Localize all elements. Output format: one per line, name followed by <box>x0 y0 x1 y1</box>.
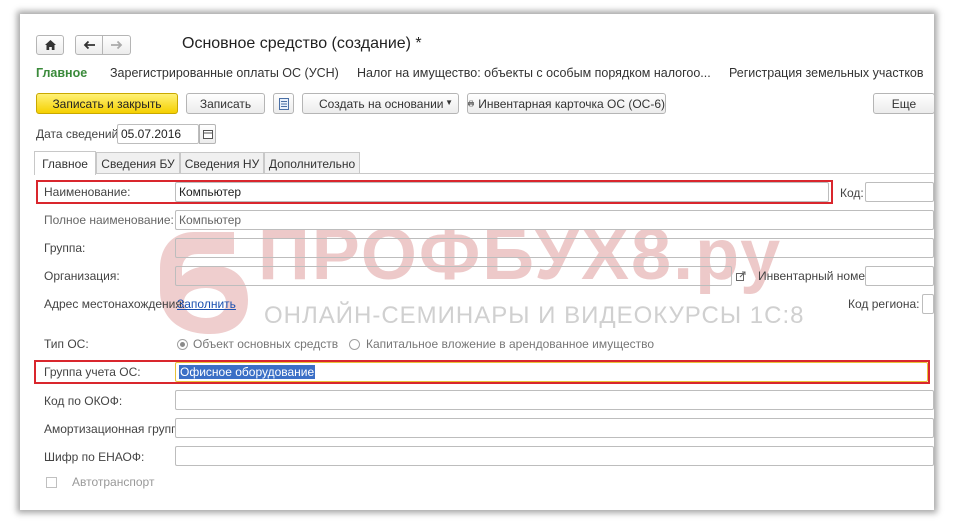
os-type-fixed-asset-radio[interactable] <box>177 339 188 350</box>
address-label: Адрес местонахождения: <box>44 297 186 311</box>
home-button[interactable] <box>36 35 64 55</box>
group-field[interactable] <box>175 238 934 258</box>
inventory-card-button[interactable]: Инвентарная карточка ОС (ОС-6) <box>467 93 666 114</box>
form-window: Основное средство (создание) * Главное З… <box>20 14 934 510</box>
account-group-field[interactable]: Офисное оборудование <box>175 362 928 382</box>
home-icon <box>44 40 56 50</box>
info-date-label: Дата сведений: <box>36 127 122 141</box>
name-field[interactable]: Компьютер <box>175 182 829 202</box>
chevron-down-icon: ▼ <box>445 98 453 107</box>
group-label: Группа: <box>44 241 86 255</box>
tab-tax-info[interactable]: Сведения НУ <box>180 152 264 174</box>
enaof-label: Шифр по ЕНАОФ: <box>44 450 145 464</box>
save-button[interactable]: Записать <box>186 93 265 114</box>
arrow-left-icon <box>83 40 95 50</box>
os-type-label: Тип ОС: <box>44 337 89 351</box>
os-type-fixed-asset-label: Объект основных средств <box>193 337 339 351</box>
more-button[interactable]: Еще <box>873 93 934 114</box>
os-type-capital-investment-label: Капитальное вложение в арендованное имущ… <box>366 337 655 351</box>
tab-accounting-info[interactable]: Сведения БУ <box>96 152 180 174</box>
organization-label: Организация: <box>44 269 120 283</box>
code-field[interactable] <box>865 182 934 202</box>
back-button[interactable] <box>75 35 103 55</box>
nav-link-usn-payments[interactable]: Зарегистрированные оплаты ОС (УСН) <box>110 66 339 80</box>
nav-link-main[interactable]: Главное <box>36 66 87 80</box>
document-list-button[interactable] <box>273 93 294 114</box>
arrow-right-icon <box>111 40 123 50</box>
tab-divider <box>34 173 934 174</box>
calendar-button[interactable] <box>199 124 216 144</box>
name-label: Наименование: <box>44 185 131 199</box>
full-name-field[interactable]: Компьютер <box>175 210 934 230</box>
tab-main[interactable]: Главное <box>34 151 96 175</box>
nav-link-land-registration[interactable]: Регистрация земельных участков <box>729 66 924 80</box>
autotransport-label: Автотранспорт <box>72 475 155 489</box>
watermark-subtitle: ОНЛАЙН-СЕМИНАРЫ И ВИДЕОКУРСЫ 1С:8 <box>264 302 805 329</box>
list-icon <box>278 97 289 110</box>
inventory-number-label: Инвентарный номер: <box>758 269 876 283</box>
info-date-field[interactable]: 05.07.2016 <box>117 124 199 144</box>
autotransport-checkbox[interactable] <box>46 477 57 488</box>
window-title: Основное средство (создание) * <box>182 35 422 52</box>
inventory-number-field[interactable] <box>865 266 934 286</box>
address-fill-link[interactable]: Заполнить <box>177 297 236 311</box>
open-organization-button[interactable] <box>734 266 748 286</box>
organization-field[interactable] <box>175 266 732 286</box>
account-group-value: Офисное оборудование <box>179 365 316 379</box>
nav-link-property-tax[interactable]: Налог на имущество: объекты с особым пор… <box>357 66 711 80</box>
forward-button[interactable] <box>102 35 131 55</box>
printer-icon <box>468 100 475 107</box>
amortization-group-field[interactable] <box>175 418 934 438</box>
code-label: Код: <box>840 186 864 200</box>
region-code-field[interactable] <box>922 294 934 314</box>
tab-additional[interactable]: Дополнительно <box>264 152 360 174</box>
create-based-on-button[interactable]: Создать на основании ▼ <box>302 93 459 114</box>
okof-field[interactable] <box>175 390 934 410</box>
region-code-label: Код региона: <box>848 297 920 311</box>
open-icon <box>736 271 746 281</box>
calendar-icon <box>202 129 213 139</box>
account-group-label: Группа учета ОС: <box>44 365 141 379</box>
os-type-capital-investment-radio[interactable] <box>349 339 360 350</box>
save-and-close-button[interactable]: Записать и закрыть <box>36 93 178 114</box>
amortization-group-label: Амортизационная группа: <box>44 422 188 436</box>
okof-label: Код по ОКОФ: <box>44 394 123 408</box>
full-name-label: Полное наименование: <box>44 213 174 227</box>
inventory-card-label: Инвентарная карточка ОС (ОС-6) <box>478 96 665 111</box>
enaof-field[interactable] <box>175 446 934 466</box>
create-based-on-label: Создать на основании <box>319 96 444 111</box>
